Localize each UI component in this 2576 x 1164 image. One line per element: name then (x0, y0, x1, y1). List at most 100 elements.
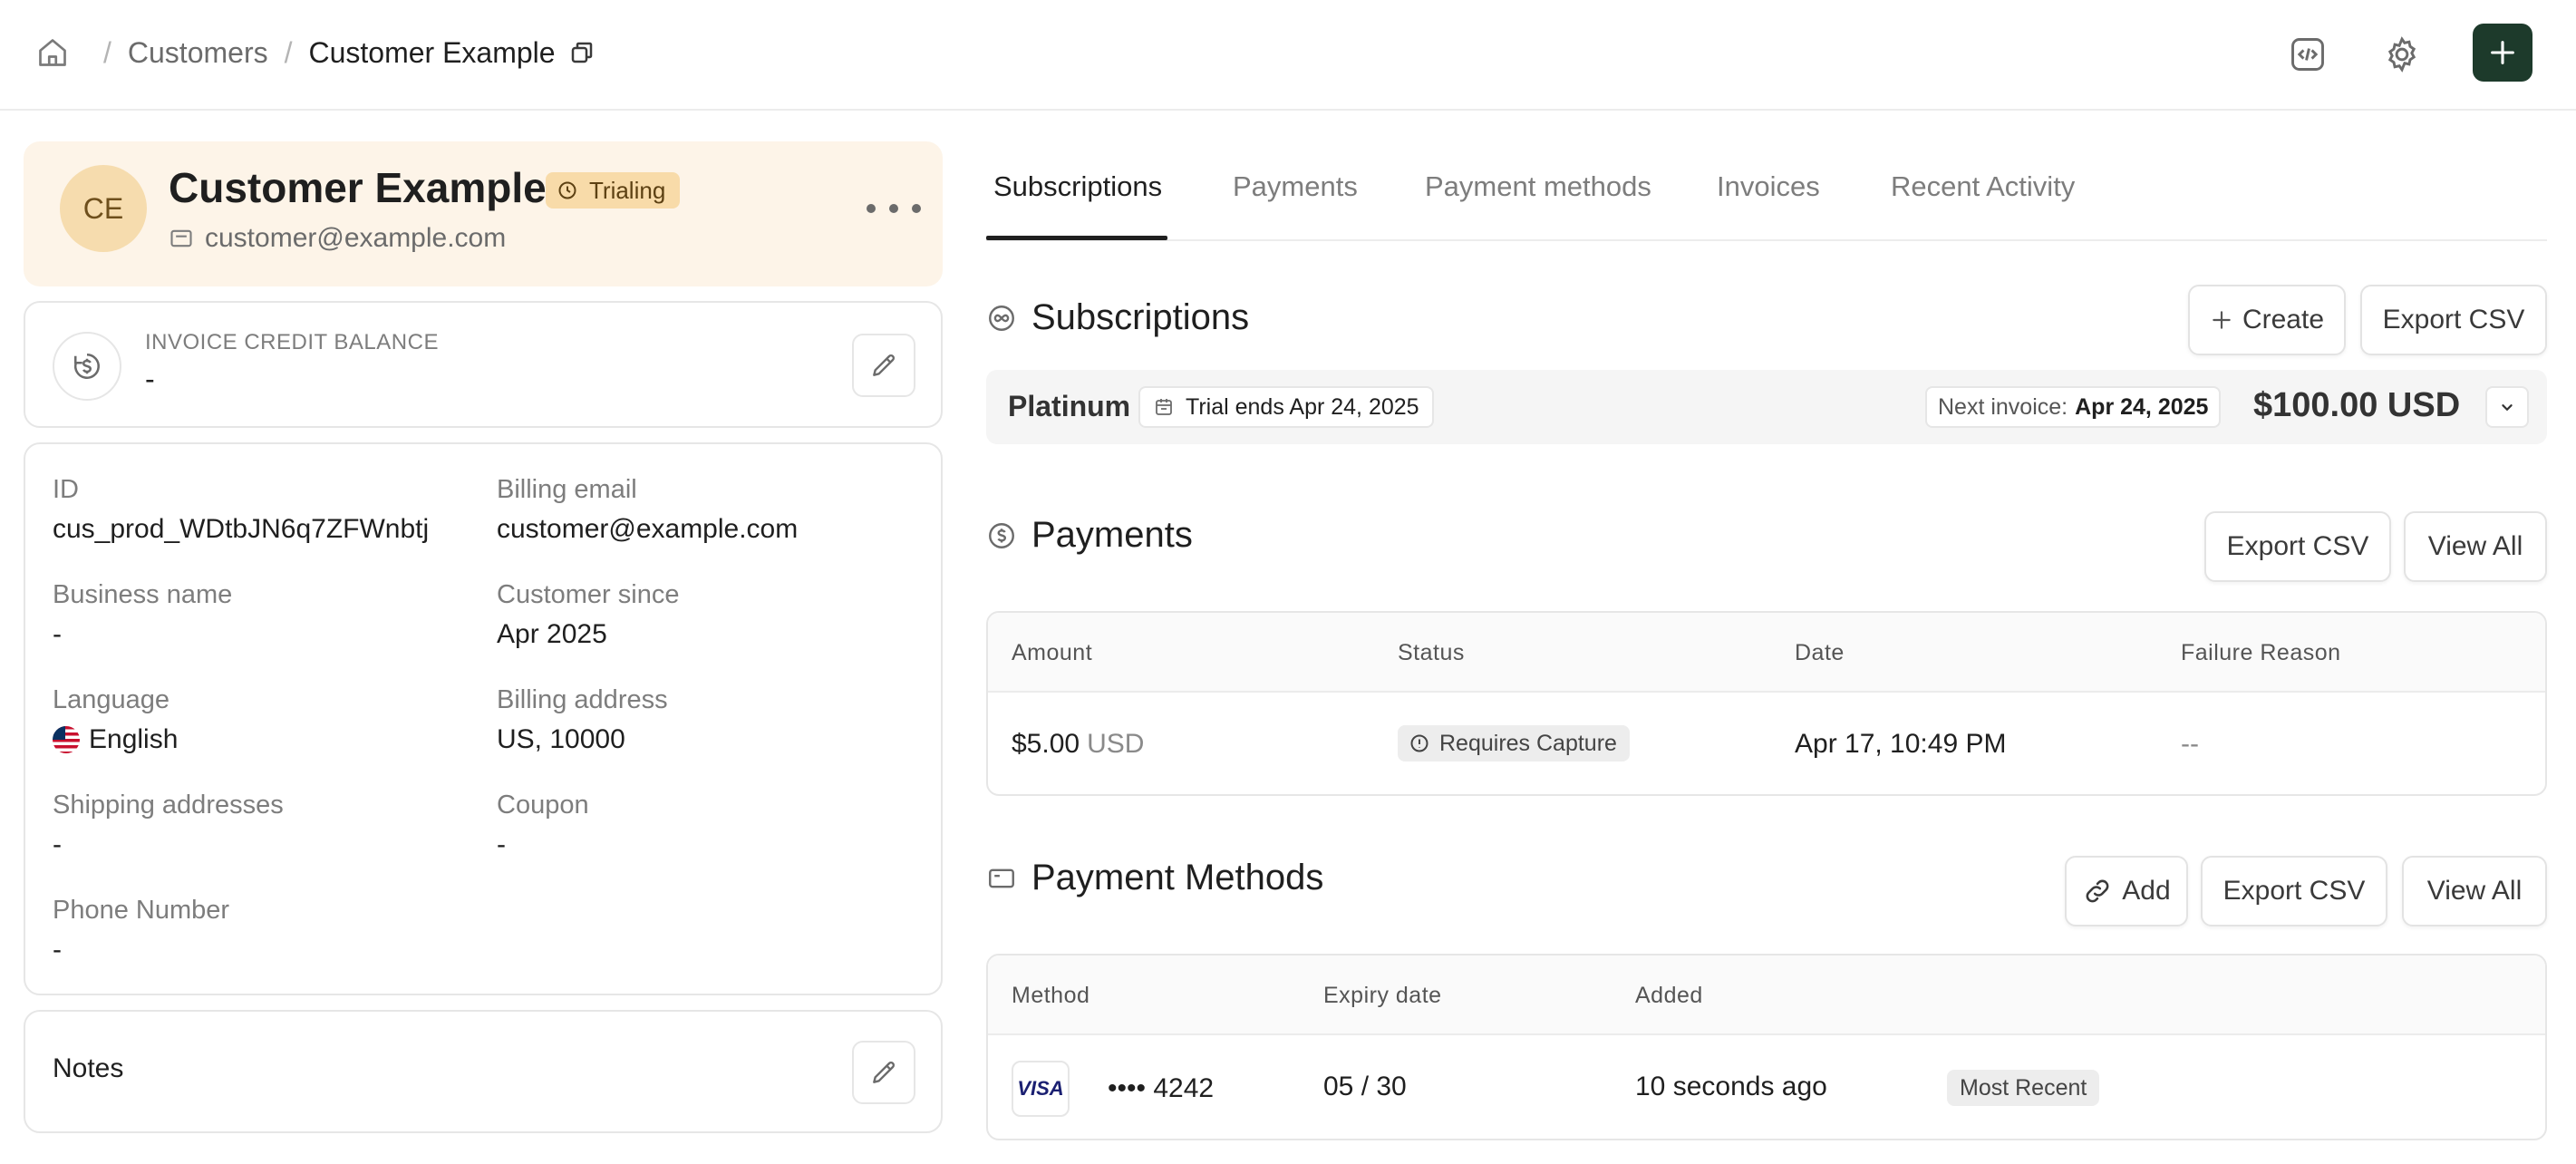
field-label: ID (53, 475, 79, 504)
notes-card: Notes (24, 1010, 943, 1133)
table-header: Method Expiry date Added (988, 955, 2545, 1035)
more-dot (912, 204, 921, 213)
shipping-value: - (53, 829, 62, 859)
breadcrumb-separator: / (103, 35, 111, 69)
customer-email-text: customer@example.com (205, 223, 507, 253)
subscription-plan: Platinum (1008, 390, 1131, 422)
export-payment-methods-button[interactable]: Export CSV (2201, 856, 2387, 926)
status-badge: Trialing (546, 172, 681, 209)
pencil-icon (869, 351, 898, 380)
edit-credit-button[interactable] (852, 334, 915, 397)
business-name-value: - (53, 619, 62, 649)
coupon-value: - (497, 829, 506, 859)
more-options-button[interactable] (867, 192, 921, 225)
payment-amount-value: $5.00 (1012, 729, 1080, 759)
top-bar: / Customers / Customer Example (0, 0, 2576, 111)
export-subscriptions-button[interactable]: Export CSV (2360, 285, 2547, 355)
home-icon[interactable] (36, 36, 69, 69)
avatar: CE (60, 165, 147, 252)
card-added: 10 seconds ago (1635, 1072, 1827, 1101)
field-shipping: Shipping addresses - (53, 791, 284, 860)
export-payments-button[interactable]: Export CSV (2204, 511, 2391, 582)
payments-table: Amount Status Date Failure Reason $5.00 … (986, 611, 2547, 796)
most-recent-cell: Most Recent (1947, 1070, 2100, 1106)
credit-card-icon (986, 863, 1017, 894)
payments-header: Payments (986, 515, 1193, 556)
next-invoice-date: Apr 24, 2025 (2075, 393, 2209, 420)
subscriptions-header: Subscriptions (986, 297, 1249, 338)
credit-balance-label: INVOICE CREDIT BALANCE (145, 330, 439, 354)
table-header: Amount Status Date Failure Reason (988, 613, 2545, 693)
payment-method-cell: VISA •••• 4242 (1012, 1061, 1214, 1117)
column-header: Failure Reason (2181, 640, 2341, 665)
alert-circle-icon (1409, 732, 1439, 754)
tab-payments[interactable]: Payments (1233, 170, 1358, 203)
active-tab-indicator (986, 236, 1167, 240)
customer-email: customer@example.com (169, 223, 506, 254)
phone-value: - (53, 935, 62, 965)
field-label: Coupon (497, 791, 589, 820)
next-invoice-label: Next invoice: (1938, 393, 2068, 420)
subscription-amount: $100.00 USD (2253, 386, 2461, 424)
add-payment-method-button[interactable]: Add (2065, 856, 2188, 926)
field-label: Business name (53, 580, 233, 609)
status-text: Requires Capture (1439, 730, 1617, 756)
trial-end-badge: Trial ends Apr 24, 2025 (1138, 386, 1434, 428)
infinity-icon (986, 303, 1017, 334)
field-billing-email: Billing email customer@example.com (497, 475, 798, 545)
field-id: ID cus_prod_WDtbJN6q7ZFWnbtj (53, 475, 429, 545)
field-label: Customer since (497, 580, 680, 609)
field-language: Language English (53, 685, 178, 755)
tab-subscriptions[interactable]: Subscriptions (993, 170, 1162, 203)
breadcrumb-current: Customer Example (308, 35, 556, 69)
mail-icon (169, 226, 205, 251)
view-all-payment-methods-button[interactable]: View All (2402, 856, 2547, 926)
tab-payment-methods[interactable]: Payment methods (1425, 170, 1651, 203)
clock-icon (557, 179, 589, 201)
field-phone: Phone Number - (53, 896, 229, 965)
column-header: Expiry date (1323, 983, 1442, 1008)
more-dot (867, 204, 876, 213)
field-label: Billing address (497, 685, 668, 714)
credit-balance-value: - (145, 363, 155, 395)
us-flag-icon (53, 726, 80, 753)
next-invoice-badge: Next invoice: Apr 24, 2025 (1925, 386, 2222, 428)
copy-icon[interactable] (568, 39, 596, 66)
payment-failure-reason: -- (2181, 729, 2199, 759)
customer-id-value[interactable]: cus_prod_WDtbJN6q7ZFWnbtj (53, 514, 429, 545)
create-subscription-button[interactable]: Create (2188, 285, 2346, 355)
more-dot (889, 204, 898, 213)
customer-profile-card: CE Customer Example Trialing customer@ex… (24, 141, 943, 286)
tab-recent-activity[interactable]: Recent Activity (1891, 170, 2075, 203)
code-button[interactable] (2284, 31, 2331, 78)
tab-invoices[interactable]: Invoices (1717, 170, 1820, 203)
customer-name: Customer Example (169, 164, 547, 211)
plus-icon (2210, 308, 2242, 332)
card-last4: •••• 4242 (1108, 1073, 1215, 1103)
edit-notes-button[interactable] (852, 1041, 915, 1104)
settings-button[interactable] (2378, 31, 2426, 78)
customer-details-card: ID cus_prod_WDtbJN6q7ZFWnbtj Billing ema… (24, 442, 943, 995)
code-icon (2288, 34, 2328, 74)
expand-subscription-button[interactable] (2485, 386, 2529, 428)
view-all-payments-button[interactable]: View All (2404, 511, 2547, 582)
customer-since-value: Apr 2025 (497, 619, 607, 649)
dollar-circle-icon (986, 520, 1017, 551)
payment-methods-header: Payment Methods (986, 858, 1323, 898)
pencil-icon (869, 1058, 898, 1087)
payment-currency: USD (1087, 729, 1145, 759)
chevron-down-icon (2497, 397, 2517, 417)
trial-end-text: Trial ends Apr 24, 2025 (1186, 393, 1419, 420)
payment-methods-table: Method Expiry date Added VISA •••• 4242 … (986, 954, 2547, 1140)
payment-amount: $5.00 USD (1012, 729, 1144, 760)
subscription-row[interactable]: Platinum Trial ends Apr 24, 2025 Next in… (986, 370, 2547, 444)
tab-bar: Subscriptions Payments Payment methods I… (986, 156, 2547, 241)
breadcrumb-customers[interactable]: Customers (128, 36, 268, 70)
calendar-icon (1153, 396, 1186, 418)
add-button[interactable] (2473, 24, 2532, 82)
column-header: Date (1795, 640, 1845, 665)
language-text: English (89, 724, 179, 754)
field-business-name: Business name - (53, 580, 232, 650)
link-icon (2082, 876, 2122, 907)
status-badge: Requires Capture (1398, 725, 1630, 761)
